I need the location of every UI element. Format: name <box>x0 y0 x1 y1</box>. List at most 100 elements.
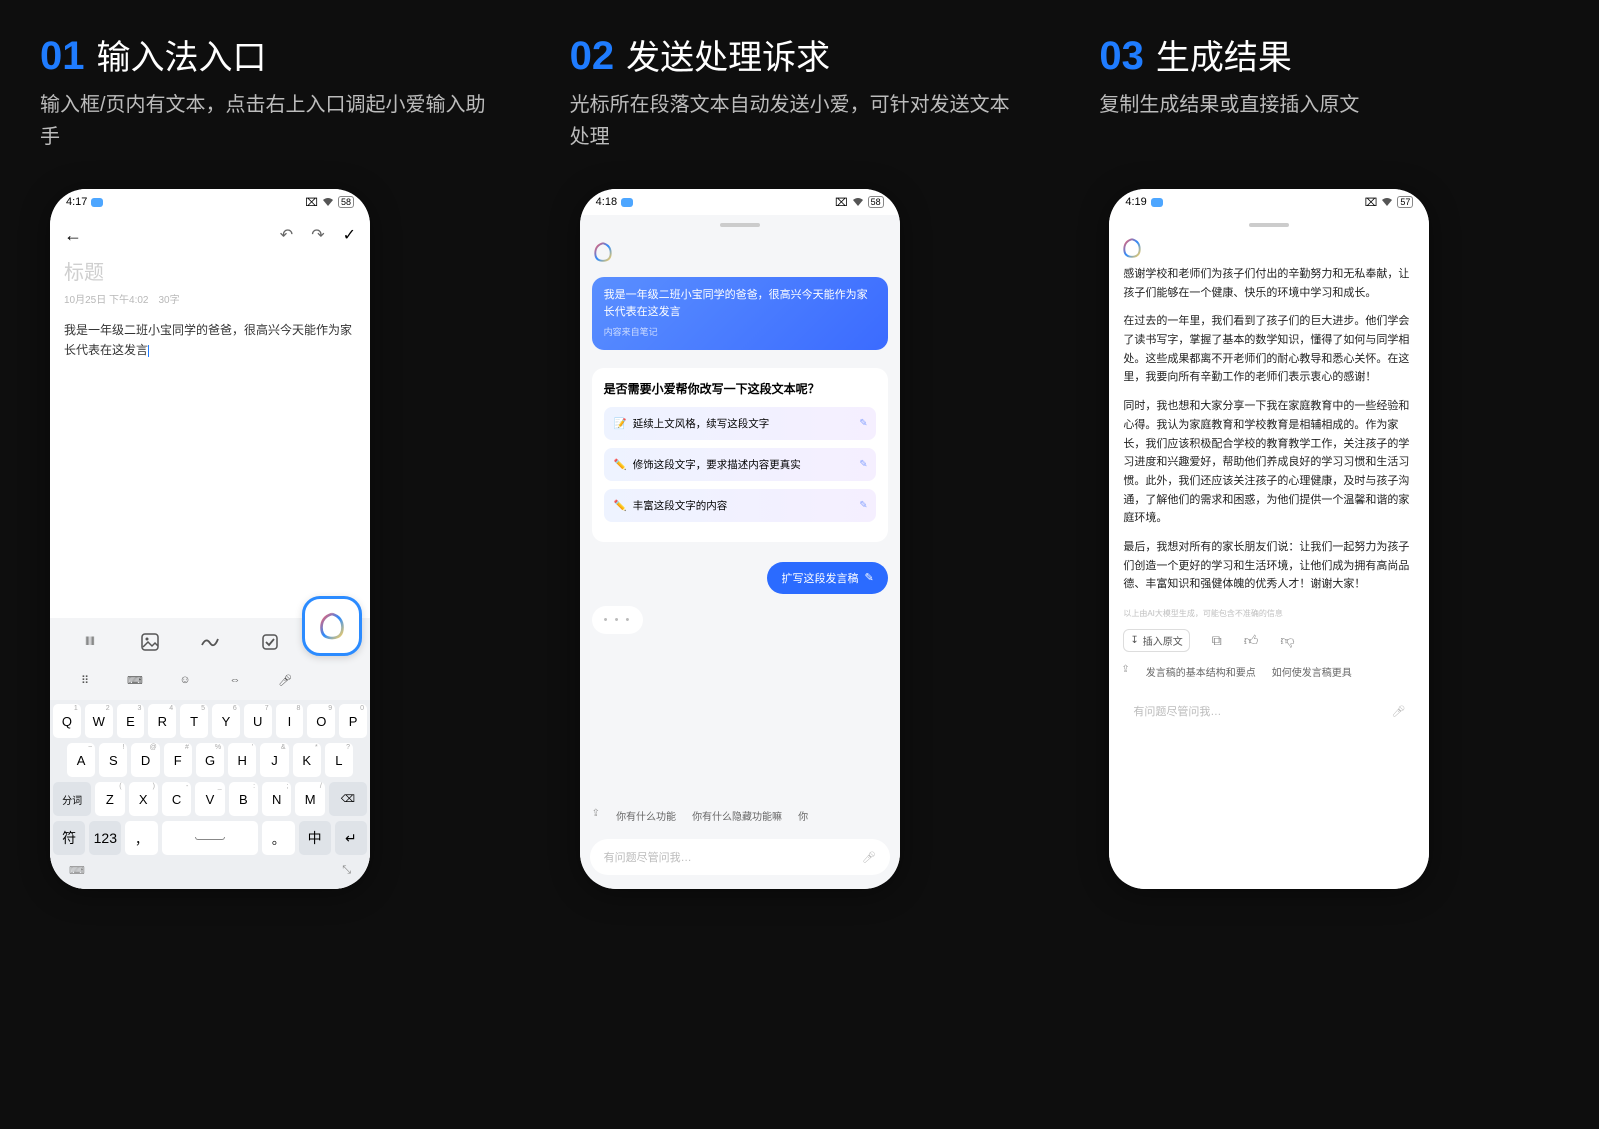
key-row-2: A~S!D@F#G%H'J&K*L? <box>53 743 367 777</box>
back-arrow-icon[interactable]: ← <box>64 225 82 246</box>
keyboard-key[interactable]: K* <box>293 743 321 777</box>
keyboard-key[interactable]: C- <box>162 782 191 816</box>
keyboard-switch-icon[interactable]: ⌨ <box>121 666 149 694</box>
keyboard-key[interactable]: X) <box>129 782 158 816</box>
insert-button[interactable]: ↧ 插入原文 <box>1123 629 1189 652</box>
image-icon[interactable] <box>136 628 164 656</box>
option-label: 丰富这段文字的内容 <box>633 498 728 513</box>
draw-icon[interactable] <box>196 628 224 656</box>
step-1-desc: 输入框/页内有文本，点击右上入口调起小爱输入助手 <box>40 89 500 159</box>
note-date: 10月25日 下午4:02 <box>64 291 149 306</box>
keyboard-key[interactable]: 。 <box>262 821 294 855</box>
keyboard-key[interactable]: A~ <box>67 743 95 777</box>
keyboard-key[interactable]: 123 <box>89 821 121 855</box>
spacebar-key[interactable] <box>162 821 259 855</box>
note-title-input[interactable]: 标题 <box>50 256 370 285</box>
keyboard-key[interactable]: R4 <box>148 704 176 738</box>
keyboard-key[interactable]: M/ <box>295 782 324 816</box>
status-bar: 4:17 ⌧ 58 <box>50 189 370 215</box>
keyboard-key[interactable]: ， <box>125 821 157 855</box>
keyboard-key[interactable]: 分词 <box>53 782 91 816</box>
result-paragraph: 最后，我想对所有的家长朋友们说：让我们一起努力为孩子们创造一个更好的学习和生活环… <box>1123 538 1415 594</box>
suggestion-chip[interactable]: 你有什么功能 <box>616 808 676 823</box>
pin-icon[interactable]: ⇪ <box>1121 664 1129 679</box>
mic-icon[interactable]: 🎤︎ <box>271 666 299 694</box>
undo-icon[interactable]: ↶ <box>280 225 293 246</box>
grid-menu-icon[interactable]: ⠿ <box>71 666 99 694</box>
ask-input[interactable]: 有问题尽管问我… 🎤︎ <box>1119 693 1419 729</box>
rewrite-option[interactable]: ✏️修饰这段文字，要求描述内容更真实✎ <box>604 448 876 481</box>
keyboard-key[interactable]: 符 <box>53 821 85 855</box>
keyboard-key[interactable]: E3 <box>117 704 145 738</box>
rewrite-option[interactable]: ✏️丰富这段文字的内容✎ <box>604 489 876 522</box>
checklist-icon[interactable] <box>256 628 284 656</box>
status-time: 4:19 <box>1125 196 1146 208</box>
step-3-title: 生成结果 <box>1156 30 1292 79</box>
wifi-icon <box>1381 197 1393 207</box>
keyboard-key[interactable]: L? <box>325 743 353 777</box>
copy-icon[interactable]: ⧉ <box>1212 632 1222 649</box>
note-toolbar: ← ↶ ↷ ✓ <box>50 215 370 256</box>
keyboard-key[interactable]: G% <box>196 743 224 777</box>
suggestion-chip[interactable]: 发言稿的基本结构和要点 <box>1146 664 1256 679</box>
status-bar: 4:19 ⌧ 57 <box>1109 189 1429 215</box>
ask-input[interactable]: 有问题尽管问我… 🎤︎ <box>590 839 890 875</box>
keyboard-collapse-icon[interactable]: ⌨ <box>69 864 85 877</box>
keyboard-key[interactable]: Z( <box>95 782 124 816</box>
suggestion-chip[interactable]: 你 <box>798 808 808 823</box>
ask-placeholder: 有问题尽管问我… <box>604 849 692 865</box>
keyboard-key[interactable]: U7 <box>244 704 272 738</box>
confirm-check-icon[interactable]: ✓ <box>343 225 356 246</box>
keyboard-key[interactable]: N; <box>262 782 291 816</box>
keyboard-key[interactable]: T5 <box>180 704 208 738</box>
suggestion-row: ⇪ 你有什么功能 你有什么隐藏功能嘛 你 <box>580 800 900 831</box>
mic-icon[interactable]: 🎤︎ <box>862 851 876 864</box>
keyboard-resize-icon[interactable]: ⤡ <box>342 864 351 877</box>
keyboard-key[interactable]: P0 <box>339 704 367 738</box>
pin-icon[interactable]: ⇪ <box>592 808 600 823</box>
cloud-icon <box>1151 198 1163 207</box>
ask-placeholder: 有问题尽管问我… <box>1133 703 1221 719</box>
keyboard-key[interactable]: S! <box>99 743 127 777</box>
keyboard-key[interactable]: Y6 <box>212 704 240 738</box>
keyboard-key[interactable]: W2 <box>85 704 113 738</box>
thumbs-down-icon[interactable]: 👎︎ <box>1280 632 1294 649</box>
suggestion-chip[interactable]: 如何使发言稿更具 <box>1272 664 1352 679</box>
keyboard-key[interactable]: F# <box>164 743 192 777</box>
pencil-icon: ✎ <box>859 500 867 511</box>
sheet-grab-bar[interactable] <box>1109 215 1429 235</box>
typing-indicator: • • • <box>592 606 644 634</box>
step-2-header: 02 发送处理诉求 <box>570 30 831 79</box>
cursor-move-icon[interactable]: ⇔ <box>221 666 249 694</box>
result-paragraph: 在过去的一年里，我们看到了孩子们的巨大进步。他们学会了读书写字，掌握了基本的数学… <box>1123 312 1415 387</box>
rewrite-option[interactable]: 📝延续上文风格，续写这段文字✎ <box>604 407 876 440</box>
backspace-key[interactable]: ⌫ <box>329 782 367 816</box>
emoji-icon[interactable]: ☺ <box>171 666 199 694</box>
mic-icon[interactable]: 🎤︎ <box>1391 705 1405 718</box>
rewrite-question: 是否需要小爱帮你改写一下这段文本呢？ <box>604 380 876 397</box>
note-body[interactable]: 我是一年级二班小宝同学的爸爸，很高兴今天能作为家长代表在这发言 <box>50 320 370 361</box>
pencil-icon: ✎ <box>864 571 873 584</box>
keyboard-key[interactable]: I8 <box>276 704 304 738</box>
redo-icon[interactable]: ↷ <box>311 225 324 246</box>
close-small-icon: ⌧ <box>1365 196 1378 209</box>
keyboard-footer: ⌨ ⤡ <box>53 860 367 881</box>
keyboard-key[interactable]: B: <box>229 782 258 816</box>
keyboard-key[interactable]: 中 <box>299 821 331 855</box>
cloud-icon <box>91 198 103 207</box>
suggestion-chip[interactable]: 你有什么隐藏功能嘛 <box>692 808 782 823</box>
user-message-text: 我是一年级二班小宝同学的爸爸，很高兴今天能作为家长代表在这发言 <box>604 287 876 320</box>
result-actions: ↧ 插入原文 ⧉ 👍︎ 👎︎ <box>1109 619 1429 658</box>
keyboard-key[interactable]: D@ <box>131 743 159 777</box>
keyboard-key[interactable]: V_ <box>195 782 224 816</box>
keyboard-key[interactable]: H' <box>228 743 256 777</box>
keyboard-key[interactable]: ↵ <box>335 821 367 855</box>
thumbs-up-icon[interactable]: 👍︎ <box>1244 632 1259 649</box>
keyboard-key[interactable]: Q1 <box>53 704 81 738</box>
keyboard-key[interactable]: O9 <box>307 704 335 738</box>
selected-action-chip[interactable]: 扩写这段发言稿 ✎ <box>767 562 887 594</box>
sheet-grab-bar[interactable] <box>580 215 900 235</box>
ai-assistant-badge[interactable] <box>302 596 362 656</box>
voice-wave-icon[interactable]: ⦀⦀ <box>76 628 104 656</box>
keyboard-key[interactable]: J& <box>260 743 288 777</box>
